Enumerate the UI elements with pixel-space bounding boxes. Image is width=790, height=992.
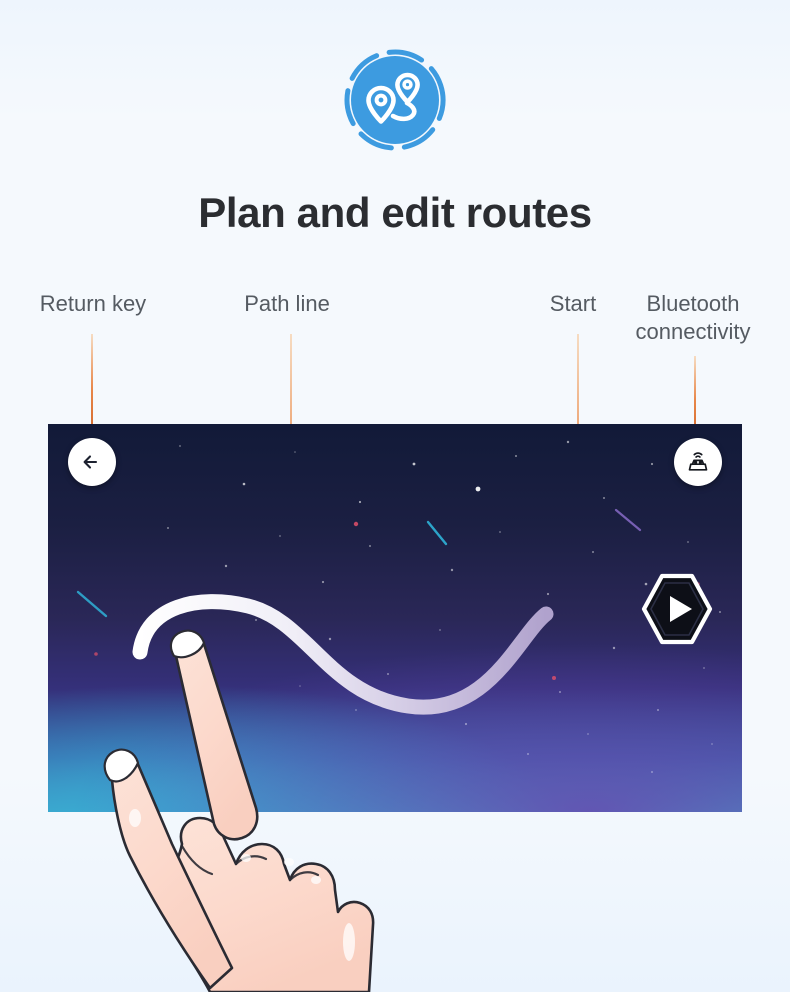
leader-line-return-key [91,334,93,434]
bluetooth-connectivity-button[interactable] [674,438,722,486]
start-button[interactable] [640,572,714,646]
callout-label-bluetooth-connectivity: Bluetooth connectivity [635,291,751,344]
robot-signal-icon [688,452,708,471]
arrow-left-icon [83,455,98,469]
pointing-hand-illustration [103,629,375,992]
page-title: Plan and edit routes [198,189,592,236]
callout-label-return-key: Return key [39,291,147,316]
route-pins-icon [344,49,446,151]
hero-icon-container [0,48,790,152]
back-button[interactable] [68,438,116,486]
callout-label-path-line: Path line [244,291,330,316]
